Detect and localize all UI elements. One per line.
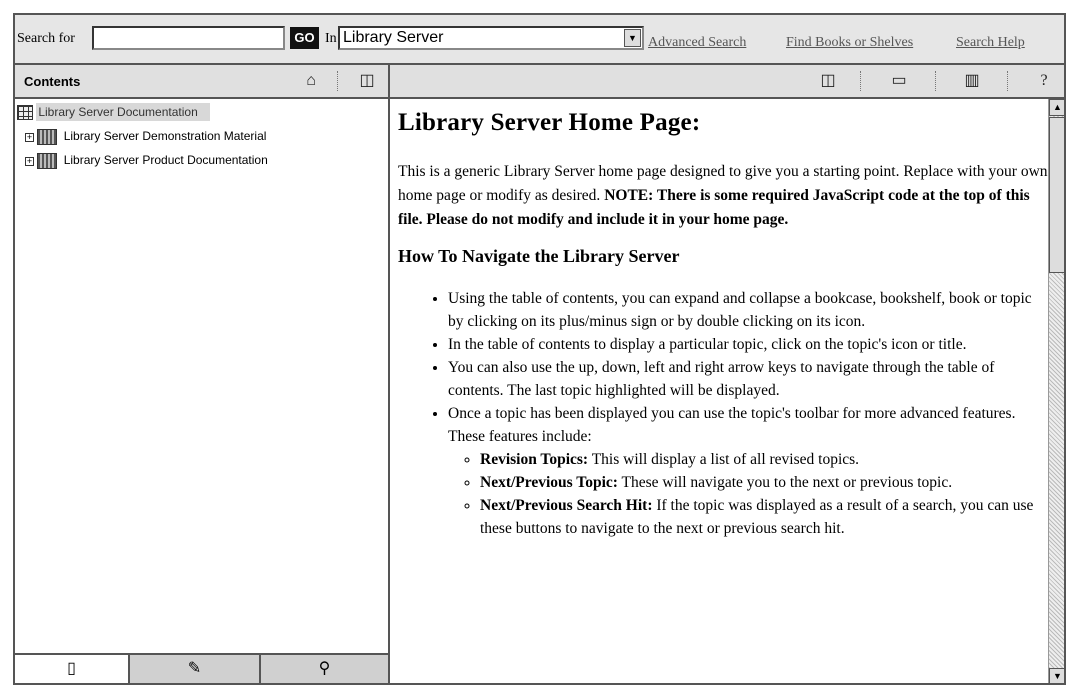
bookshelf-icon bbox=[37, 129, 58, 145]
library-server-window: Search for GO In Library Server ▼ Advanc… bbox=[13, 13, 1066, 685]
features-list: Revision Topics: This will display a lis… bbox=[448, 448, 1048, 540]
search-help-link[interactable]: Search Help bbox=[956, 35, 1025, 51]
advanced-search-link[interactable]: Advanced Search bbox=[648, 35, 746, 51]
tree-item-demonstration[interactable]: + Library Server Demonstration Material bbox=[25, 129, 266, 149]
search-for-label: Search for bbox=[17, 31, 75, 46]
scroll-down-icon[interactable]: ▼ bbox=[1049, 668, 1064, 683]
navigation-tips-list: Using the table of contents, you can exp… bbox=[398, 287, 1048, 540]
expand-plus-icon[interactable]: + bbox=[25, 132, 34, 142]
scroll-thumb[interactable] bbox=[1049, 117, 1064, 273]
topic-content: Library Server Home Page: This is a gene… bbox=[390, 99, 1048, 683]
bookmarks-tab-icon[interactable]: ⚲ bbox=[261, 655, 388, 683]
new-window-icon[interactable]: ▭ bbox=[890, 72, 908, 90]
feature-term: Revision Topics: bbox=[480, 451, 589, 468]
feature-item: Next/Previous Search Hit: If the topic w… bbox=[480, 494, 1048, 540]
page-title: Library Server Home Page: bbox=[398, 109, 701, 136]
feature-item: Next/Previous Topic: These will navigate… bbox=[480, 471, 1048, 494]
list-item: You can also use the up, down, left and … bbox=[448, 356, 1048, 402]
section-title: How To Navigate the Library Server bbox=[398, 246, 680, 266]
help-icon[interactable]: ? bbox=[1035, 72, 1053, 90]
contents-pane: Contents ⌂ ◫ Library Server Documentatio… bbox=[15, 65, 390, 683]
home-icon[interactable]: ⌂ bbox=[302, 72, 320, 90]
toc-tree: Library Server Documentation + Library S… bbox=[15, 99, 388, 651]
tree-item-label[interactable]: Library Server Documentation bbox=[36, 103, 210, 121]
find-books-link[interactable]: Find Books or Shelves bbox=[786, 35, 913, 51]
contents-header: Contents ⌂ ◫ bbox=[15, 65, 388, 99]
list-item: Once a topic has been displayed you can … bbox=[448, 402, 1048, 540]
contents-tab-icon[interactable]: ▯ bbox=[15, 655, 130, 683]
search-scope-value: Library Server bbox=[343, 29, 444, 46]
tree-item-product[interactable]: + Library Server Product Documentation bbox=[25, 153, 268, 173]
print-icon[interactable]: ▥ bbox=[963, 72, 981, 90]
tree-item-documentation[interactable]: Library Server Documentation bbox=[17, 103, 210, 125]
search-input[interactable] bbox=[92, 26, 285, 50]
intro-paragraph: This is a generic Library Server home pa… bbox=[398, 160, 1048, 232]
vertical-scrollbar[interactable]: ▲ ▼ bbox=[1048, 99, 1064, 683]
search-scope-select[interactable]: Library Server ▼ bbox=[338, 26, 644, 50]
go-button[interactable]: GO bbox=[290, 27, 319, 49]
search-bar: Search for GO In Library Server ▼ Advanc… bbox=[15, 15, 1064, 65]
feature-term: Next/Previous Search Hit: bbox=[480, 497, 653, 514]
in-label: In bbox=[325, 31, 337, 46]
tree-item-label[interactable]: Library Server Demonstration Material bbox=[61, 129, 267, 143]
feature-term: Next/Previous Topic: bbox=[480, 474, 618, 491]
topic-pane: ◫ ▭ ▥ ? Library Server Home Page: This i… bbox=[390, 65, 1064, 683]
navigation-tabs: ▯ ✎ ⚲ bbox=[15, 653, 388, 683]
topic-toolbar: ◫ ▭ ▥ ? bbox=[390, 65, 1064, 99]
list-item: In the table of contents to display a pa… bbox=[448, 333, 1048, 356]
bookshelf-icon bbox=[37, 153, 58, 169]
toolbar-separator bbox=[337, 71, 338, 91]
tree-item-label[interactable]: Library Server Product Documentation bbox=[61, 153, 268, 167]
search-results-tab-icon[interactable]: ✎ bbox=[130, 655, 261, 683]
bookcase-icon bbox=[17, 105, 33, 121]
contents-title: Contents bbox=[24, 74, 81, 89]
toolbar-separator bbox=[935, 71, 936, 91]
toolbar-separator bbox=[860, 71, 861, 91]
scroll-up-icon[interactable]: ▲ bbox=[1049, 99, 1064, 116]
feature-text: These will navigate you to the next or p… bbox=[617, 474, 953, 491]
list-item-text: Once a topic has been displayed you can … bbox=[448, 405, 1016, 445]
dropdown-arrow-icon[interactable]: ▼ bbox=[624, 29, 641, 47]
expand-plus-icon[interactable]: + bbox=[25, 156, 34, 166]
toolbar-separator bbox=[1007, 71, 1008, 91]
show-toc-icon[interactable]: ◫ bbox=[819, 72, 837, 90]
feature-item: Revision Topics: This will display a lis… bbox=[480, 448, 1048, 471]
sync-toc-icon[interactable]: ◫ bbox=[358, 72, 376, 90]
list-item: Using the table of contents, you can exp… bbox=[448, 287, 1048, 333]
feature-text: This will display a list of all revised … bbox=[588, 451, 860, 468]
